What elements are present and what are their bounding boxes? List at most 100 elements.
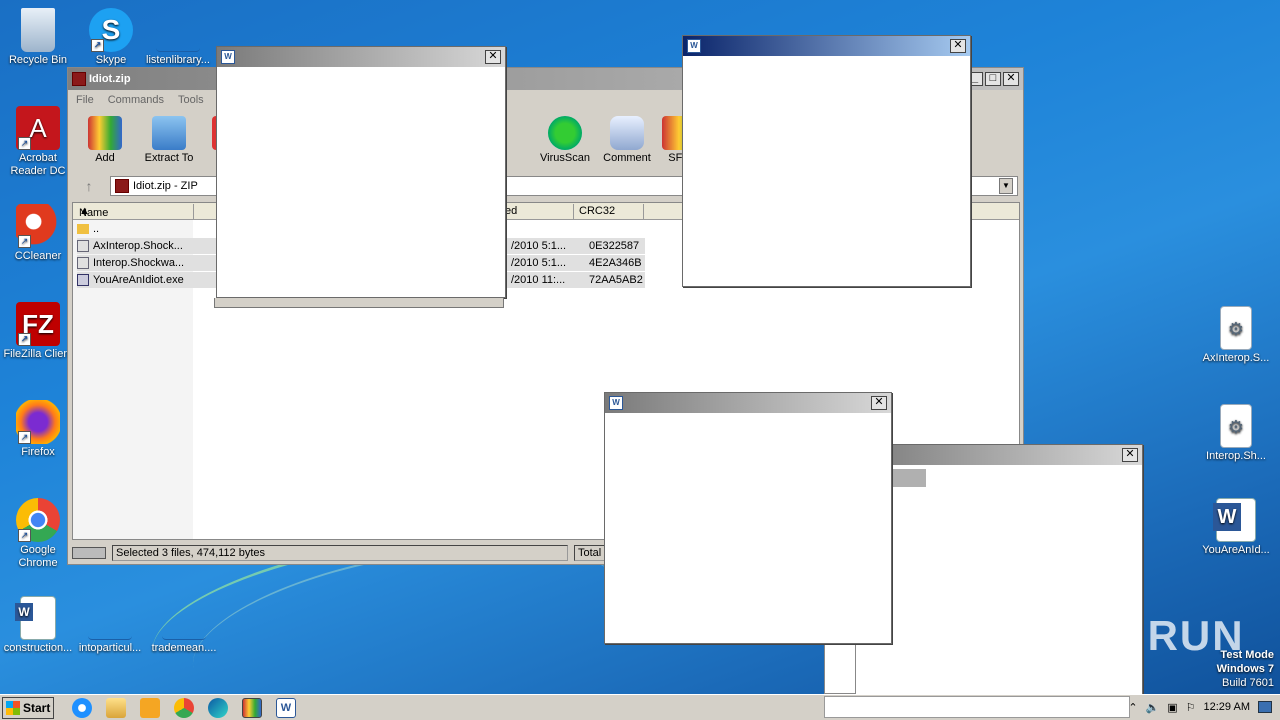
desktop-icon-skype[interactable]: S ↗ Skype [73, 8, 149, 67]
file-modified: /2010 11:... [511, 274, 566, 286]
volume-icon[interactable]: 🔈 [1146, 701, 1160, 714]
close-button[interactable]: ✕ [871, 396, 887, 410]
menu-commands[interactable]: Commands [108, 94, 164, 106]
file-name: .. [93, 223, 100, 235]
add-label: Add [95, 152, 115, 164]
desktop-icon-chrome[interactable]: ↗ Google Chrome [0, 498, 76, 570]
popup-titlebar[interactable]: W ✕ [683, 36, 970, 56]
file-modified: /2010 5:1... [511, 240, 567, 252]
extract-to-button[interactable]: Extract To [142, 114, 196, 164]
taskbar: Start W ⌃ 🔈 ▣ ⚐ 12:29 AM [0, 694, 1280, 720]
desktop-icon-recycle-bin[interactable]: Recycle Bin [0, 8, 76, 67]
column-name[interactable]: Name ▲ [79, 205, 108, 219]
column-crc32[interactable]: CRC32 [579, 205, 615, 217]
virus-icon [548, 116, 582, 150]
word-app-icon: W [609, 396, 623, 410]
virusscan-button[interactable]: VirusScan [538, 114, 592, 164]
add-archive-icon [88, 116, 122, 150]
windows-logo-icon [6, 700, 20, 715]
desktop-icon-firefox[interactable]: ↗ Firefox [0, 400, 76, 459]
desktop-icon-ccleaner[interactable]: ↗ CCleaner [0, 204, 76, 263]
clock[interactable]: 12:29 AM [1204, 701, 1250, 713]
popup-titlebar[interactable]: W ✕ [605, 393, 891, 413]
menu-file[interactable]: File [76, 94, 94, 106]
show-desktop-icon[interactable] [1258, 701, 1272, 713]
flag-icon[interactable]: ⚐ [1186, 701, 1196, 714]
desktop-icon-trademean[interactable]: trademean.... [146, 596, 222, 655]
file-name: Interop.Shockwa... [93, 257, 185, 269]
popup-titlebar[interactable]: ✕ [856, 445, 1142, 465]
popup-titlebar[interactable]: W ✕ [217, 47, 505, 67]
dropdown-arrow-icon[interactable]: ▼ [999, 178, 1013, 194]
recycle-bin-icon [21, 8, 55, 52]
popup-window-3[interactable]: W ✕ [604, 392, 892, 644]
desktop-icon-youareanidiot[interactable]: W YouAreAnId... [1198, 498, 1274, 557]
file-name: YouAreAnIdiot.exe [93, 274, 184, 286]
desktop-icon-label: FileZilla Client [3, 348, 73, 360]
firefox-icon: ↗ [16, 400, 60, 444]
window-title: Idiot.zip [89, 73, 131, 85]
desktop-icon-label: CCleaner [14, 250, 62, 262]
desktop-icon-label: construction... [3, 642, 73, 654]
desktop-icon-axinterop[interactable]: ⚙ AxInterop.S... [1198, 306, 1274, 365]
desktop-icon-filezilla[interactable]: FZ ↗ FileZilla Client [0, 302, 76, 361]
file-crc: 72AA5AB2 [589, 274, 643, 286]
blank-file-icon [162, 596, 206, 640]
desktop-icon-label: Interop.Sh... [1206, 450, 1266, 462]
desktop-icon-construction[interactable]: W construction... [0, 596, 76, 655]
close-button[interactable]: ✕ [950, 39, 966, 53]
comment-label: Comment [603, 152, 651, 164]
word-taskbar-icon[interactable]: W [276, 697, 296, 718]
close-button[interactable]: ✕ [485, 50, 501, 64]
drive-icon [72, 547, 106, 559]
status-selected: Selected 3 files, 474,112 bytes [112, 545, 568, 561]
start-label: Start [23, 700, 51, 715]
menu-tools[interactable]: Tools [178, 94, 204, 106]
explorer-icon[interactable] [106, 697, 126, 718]
maximize-button[interactable]: □ [985, 72, 1001, 86]
desktop-icon-interop[interactable]: ⚙ Interop.Sh... [1198, 404, 1274, 463]
comment-button[interactable]: Comment [600, 114, 654, 164]
up-arrow-icon[interactable]: ↑ [74, 178, 104, 194]
start-button[interactable]: Start [2, 696, 54, 719]
test-mode-text: Test Mode Windows 7 Build 7601 [1216, 649, 1274, 689]
column-modified[interactable]: ed [505, 205, 517, 217]
winrar-taskbar-icon[interactable] [242, 697, 262, 718]
add-button[interactable]: Add [78, 114, 132, 164]
media-player-icon[interactable] [140, 697, 160, 718]
blank-file-icon [88, 596, 132, 640]
dll-file-icon: ⚙ [1220, 404, 1252, 448]
close-button[interactable]: ✕ [1003, 72, 1019, 86]
desktop-icon-acrobat[interactable]: A ↗ Acrobat Reader DC [0, 106, 76, 178]
ie-icon[interactable] [72, 697, 92, 718]
desktop-icon-label: Firefox [21, 446, 55, 458]
list-item[interactable]: .. [77, 221, 207, 237]
dll-file-icon: ⚙ [1220, 306, 1252, 350]
popup-window-2[interactable]: W ✕ [682, 35, 971, 287]
acrobat-icon: A ↗ [16, 106, 60, 150]
desktop-icon-intoparticul[interactable]: intoparticul... [72, 596, 148, 655]
chrome-icon: ↗ [16, 498, 60, 542]
popup-window-1[interactable]: W ✕ [216, 46, 506, 298]
folder-up-icon [77, 224, 89, 234]
desktop-icon-listenlibrary[interactable]: listenlibrary... [140, 8, 216, 67]
tray-expand-icon[interactable]: ⌃ [1128, 701, 1137, 714]
edge-icon[interactable] [208, 697, 228, 718]
window-edge [214, 298, 504, 308]
word-document-icon: W [1213, 498, 1256, 542]
desktop-icon-label: AxInterop.S... [1202, 352, 1270, 364]
folder-icon [152, 116, 186, 150]
desktop-icon-label: Acrobat Reader DC [10, 152, 66, 177]
network-icon[interactable]: ▣ [1167, 701, 1177, 714]
filezilla-icon: FZ ↗ [16, 302, 60, 346]
word-app-icon: W [687, 39, 701, 53]
zip-icon [115, 179, 129, 193]
desktop-icon-label: Google Chrome [18, 544, 58, 569]
close-button[interactable]: ✕ [1122, 448, 1138, 462]
word-document-icon: W [15, 596, 56, 640]
desktop-icon-label: Skype [95, 54, 127, 66]
winrar-icon [72, 72, 86, 86]
virusscan-label: VirusScan [540, 152, 590, 164]
desktop-icon-label: trademean.... [151, 642, 217, 654]
chrome-icon[interactable] [174, 697, 194, 718]
